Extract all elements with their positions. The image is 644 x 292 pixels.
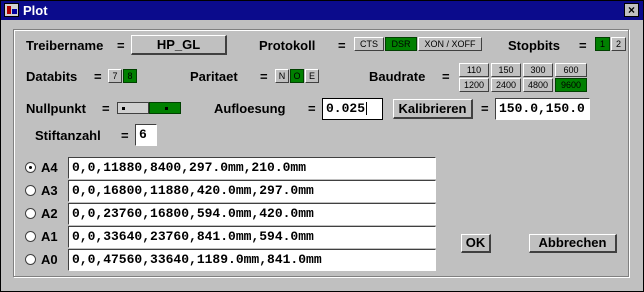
aufloesung-eq: = [308,101,316,116]
stopbits-2[interactable]: 2 [611,37,626,51]
format-a1-label: A1 [41,229,58,244]
databits-label: Databits [26,69,78,84]
radio-a0[interactable] [25,254,36,265]
baudrate-eq: = [442,69,450,84]
baud-9600[interactable]: 9600 [555,78,587,92]
stiftanzahl-input[interactable]: 6 [135,124,157,146]
treibername-label: Treibername [26,38,104,53]
paritaet-eq: = [260,69,268,84]
radio-a2[interactable] [25,208,36,219]
ok-button[interactable]: OK [461,234,491,253]
baud-2400[interactable]: 2400 [491,78,521,92]
format-a2-label: A2 [41,206,58,221]
window-title: Plot [23,3,48,18]
radio-a3[interactable] [25,185,36,196]
databits-8[interactable]: 8 [123,69,137,83]
paritaet-o[interactable]: O [290,69,304,83]
stopbits-label: Stopbits [508,38,560,53]
aufloesung-label: Aufloesung [214,101,286,116]
baud-1200[interactable]: 1200 [459,78,489,92]
nullpunkt-right-dot-icon [165,107,168,110]
kalibrieren-input[interactable]: 150.0,150.0 [495,98,590,120]
databits-7[interactable]: 7 [108,69,122,83]
baudrate-label: Baudrate [369,69,426,84]
radio-a4[interactable] [25,162,36,173]
cancel-button[interactable]: Abbrechen [529,234,617,253]
treibername-button[interactable]: HP_GL [131,35,227,55]
format-a2-input[interactable]: 0,0,23760,16800,594.0mm,420.0mm [68,203,436,225]
protokoll-dsr[interactable]: DSR [385,37,417,51]
protokoll-xon-xoff[interactable]: XON / XOFF [418,37,482,51]
kalibrieren-eq: = [481,101,489,116]
kalibrieren-button[interactable]: Kalibrieren [393,99,473,119]
paritaet-n[interactable]: N [275,69,289,83]
format-a0-label: A0 [41,252,58,267]
baud-600[interactable]: 600 [555,63,587,77]
app-icon[interactable] [4,3,19,17]
nullpunkt-left[interactable] [117,102,149,114]
baud-150[interactable]: 150 [491,63,521,77]
baud-300[interactable]: 300 [523,63,553,77]
text-caret [366,102,368,116]
plot-dialog: Plot × Treibername = HP_GL Protokoll = C… [0,0,644,292]
protokoll-label: Protokoll [259,38,316,53]
stopbits-eq: = [579,38,587,53]
nullpunkt-left-dot-icon [122,107,125,110]
paritaet-e[interactable]: E [305,69,319,83]
format-a0-input[interactable]: 0,0,47560,33640,1189.0mm,841.0mm [68,249,436,271]
nullpunkt-right[interactable] [149,102,181,114]
databits-eq: = [94,69,102,84]
protokoll-cts[interactable]: CTS [354,37,384,51]
format-a1-input[interactable]: 0,0,33640,23760,841.0mm,594.0mm [68,226,436,248]
stopbits-1[interactable]: 1 [595,37,610,51]
nullpunkt-label: Nullpunkt [26,101,86,116]
close-button[interactable]: × [624,3,639,17]
baud-110[interactable]: 110 [459,63,489,77]
format-a4-input[interactable]: 0,0,11880,8400,297.0mm,210.0mm [68,157,436,179]
protokoll-eq: = [338,38,346,53]
format-a4-label: A4 [41,160,58,175]
aufloesung-value: 0.025 [326,101,366,116]
title-bar[interactable]: Plot × [1,1,643,20]
nullpunkt-eq: = [102,101,110,116]
aufloesung-input[interactable]: 0.025 [322,98,383,120]
stiftanzahl-label: Stiftanzahl [35,128,101,143]
paritaet-label: Paritaet [190,69,238,84]
format-a3-input[interactable]: 0,0,16800,11880,420.0mm,297.0mm [68,180,436,202]
baud-4800[interactable]: 4800 [523,78,553,92]
radio-a1[interactable] [25,231,36,242]
stiftanzahl-eq: = [121,128,129,143]
format-a3-label: A3 [41,183,58,198]
treibername-eq: = [117,38,125,53]
